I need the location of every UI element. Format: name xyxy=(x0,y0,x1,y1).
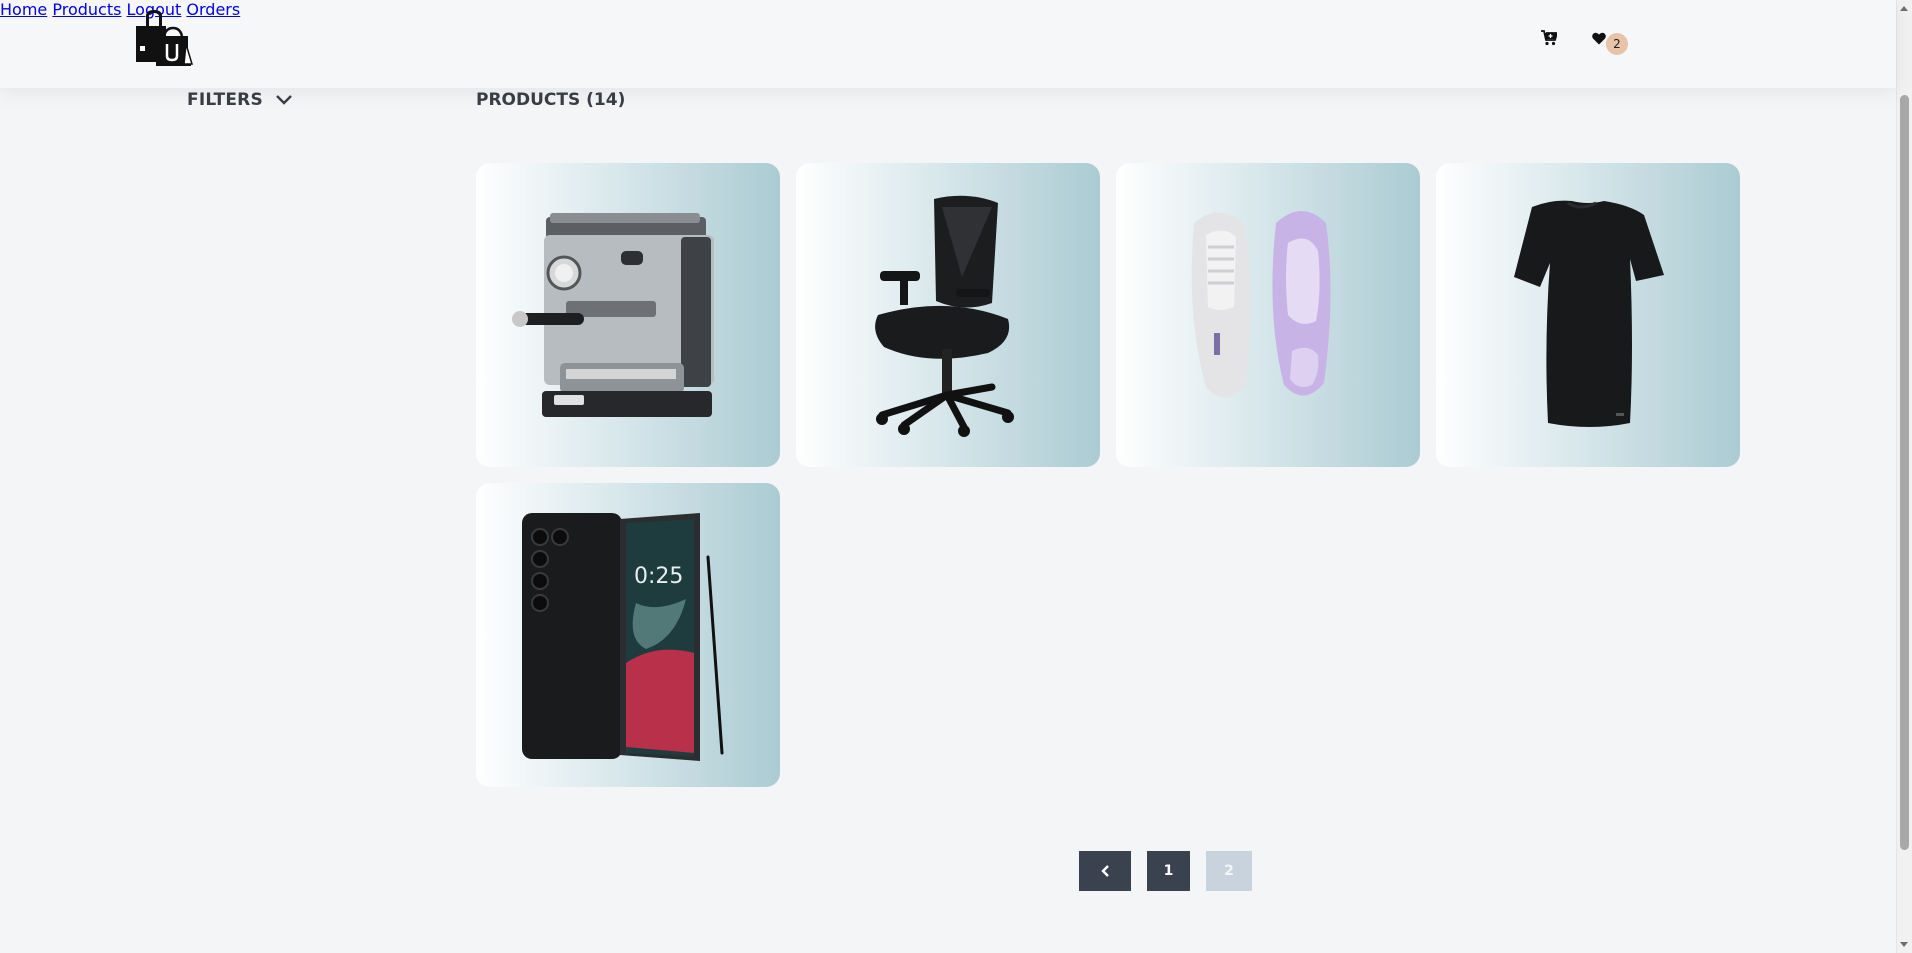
espresso-machine-image xyxy=(512,213,714,417)
nav-orders-link[interactable]: Orders xyxy=(186,0,240,19)
top-navbar: Home Products Logout Orders 2 xyxy=(0,0,1896,88)
pagination-page-1[interactable]: 1 xyxy=(1147,851,1190,891)
filters-label: FILTERS xyxy=(187,90,263,110)
product-card-espresso-machine[interactable] xyxy=(476,163,780,467)
cart-icon[interactable] xyxy=(1541,30,1557,46)
heart-icon[interactable] xyxy=(1592,32,1606,45)
chevron-left-icon xyxy=(1101,865,1109,877)
product-card-black-t-shirt[interactable] xyxy=(1436,163,1740,467)
svg-text:0:25: 0:25 xyxy=(634,564,683,589)
product-card-office-chair[interactable] xyxy=(796,163,1100,467)
vertical-scrollbar[interactable] xyxy=(1896,0,1912,953)
scrollbar-thumb[interactable] xyxy=(1900,95,1909,850)
nav-products-link[interactable]: Products xyxy=(52,0,121,19)
products-heading: PRODUCTS (14) xyxy=(476,90,626,110)
black-t-shirt-image xyxy=(1514,200,1664,427)
product-card-smartphone[interactable]: 0:25 xyxy=(476,483,780,787)
scroll-up-arrow[interactable] xyxy=(1900,6,1908,11)
office-chair-image xyxy=(875,195,1014,437)
scroll-down-arrow[interactable] xyxy=(1900,942,1908,947)
chevron-down-icon xyxy=(276,95,292,105)
pagination-prev-button[interactable] xyxy=(1079,851,1131,891)
pagination-page-2[interactable]: 2 xyxy=(1206,851,1252,891)
product-card-sneakers[interactable] xyxy=(1116,163,1420,467)
shopping-bags-logo[interactable] xyxy=(134,10,194,68)
sneakers-image xyxy=(1191,211,1331,398)
wishlist-count-badge: 2 xyxy=(1606,33,1628,55)
smartphone-image: 0:25 xyxy=(522,513,724,761)
page: Home Products Logout Orders 2 FILTERS PR… xyxy=(0,0,1912,953)
nav-home-link[interactable]: Home xyxy=(0,0,47,19)
filters-toggle[interactable]: FILTERS xyxy=(187,90,293,110)
